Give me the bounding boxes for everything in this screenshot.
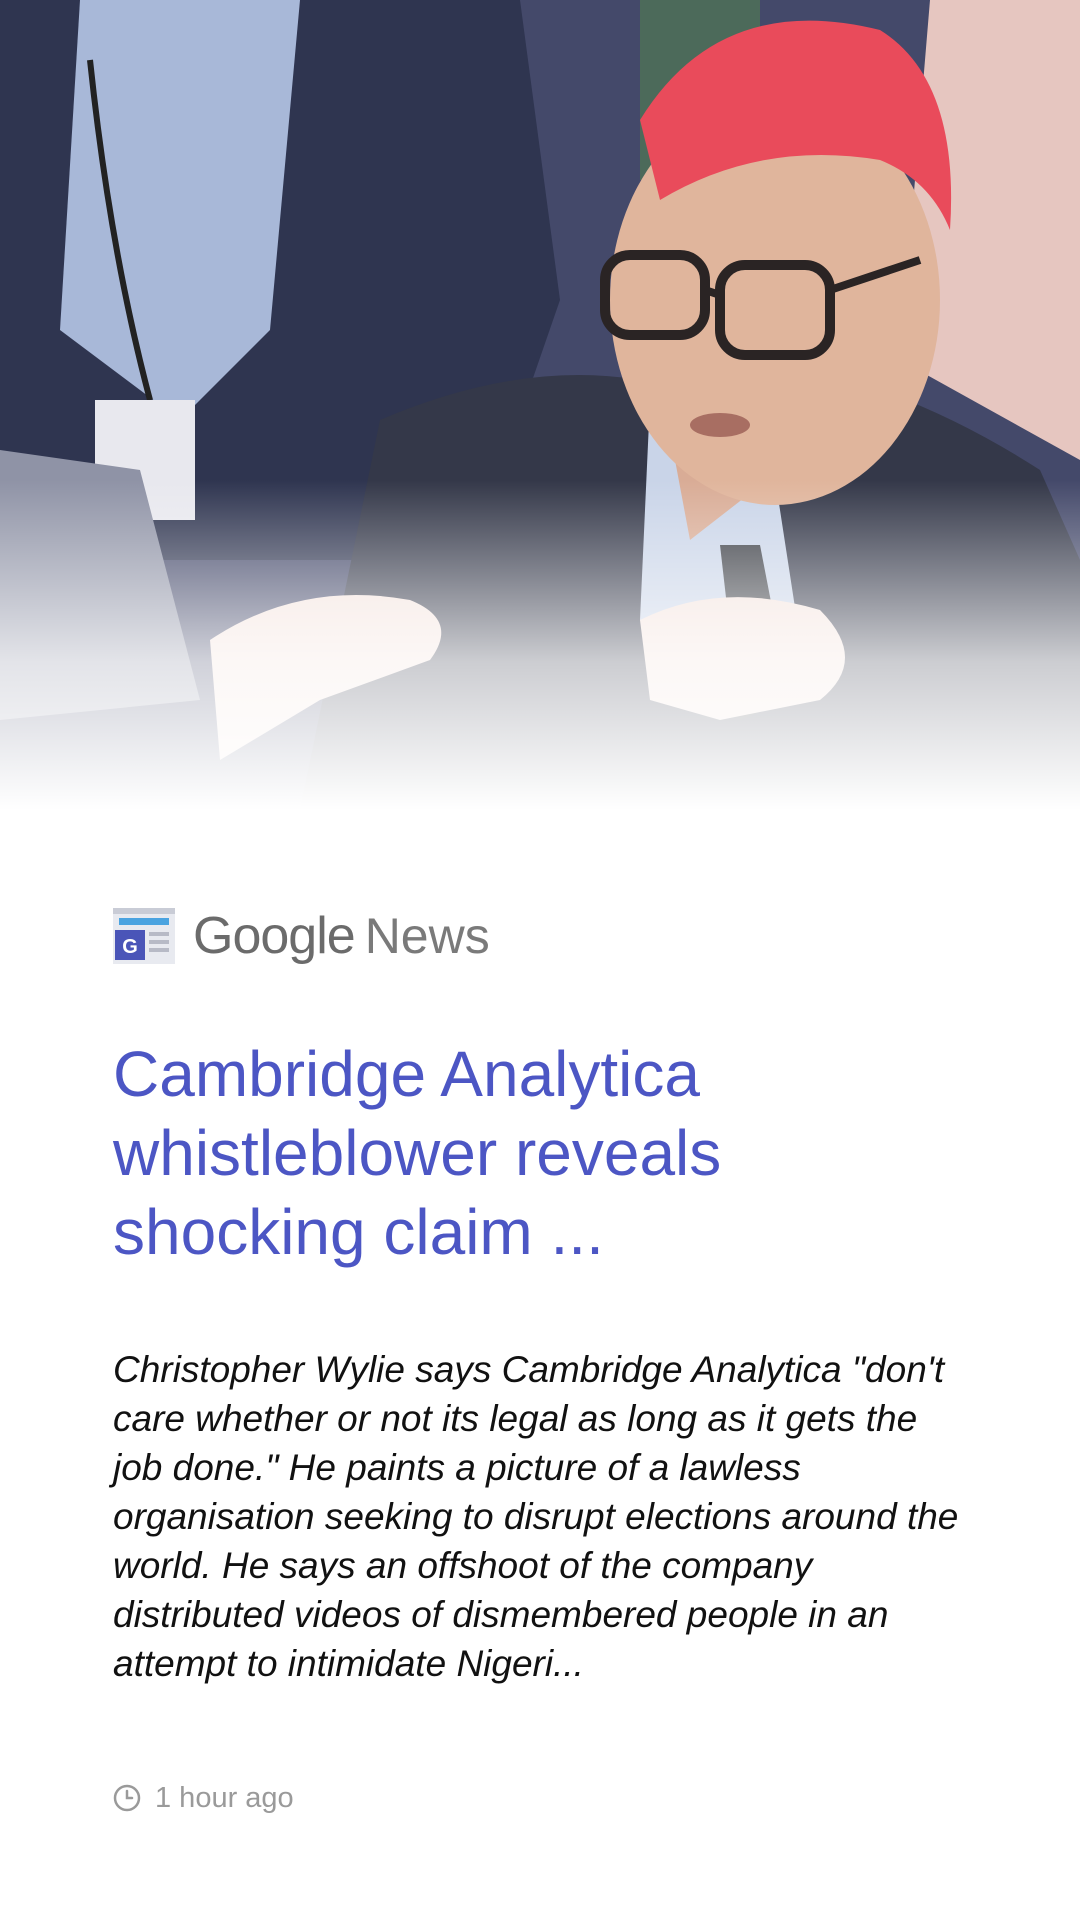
article-headline[interactable]: Cambridge Analytica whistleblower reveal… <box>113 1035 973 1272</box>
brand-news-wordmark: News <box>364 908 490 964</box>
clock-icon <box>113 1784 141 1812</box>
svg-text:G: G <box>122 936 138 958</box>
article-timestamp: 1 hour ago <box>113 1778 294 1818</box>
timestamp-label: 1 hour ago <box>155 1781 294 1814</box>
publisher-brand: G Google News <box>113 900 490 972</box>
article-summary: Christopher Wylie says Cambridge Analyti… <box>113 1349 959 1684</box>
hero-photo[interactable] <box>0 0 1080 810</box>
brand-google-wordmark: Google <box>193 907 356 965</box>
news-card-screen[interactable]: G Google News Cambridge Analytica whistl… <box>0 0 1080 1920</box>
hero-fade-overlay <box>0 480 1080 810</box>
google-news-logo-icon: G <box>113 908 175 964</box>
